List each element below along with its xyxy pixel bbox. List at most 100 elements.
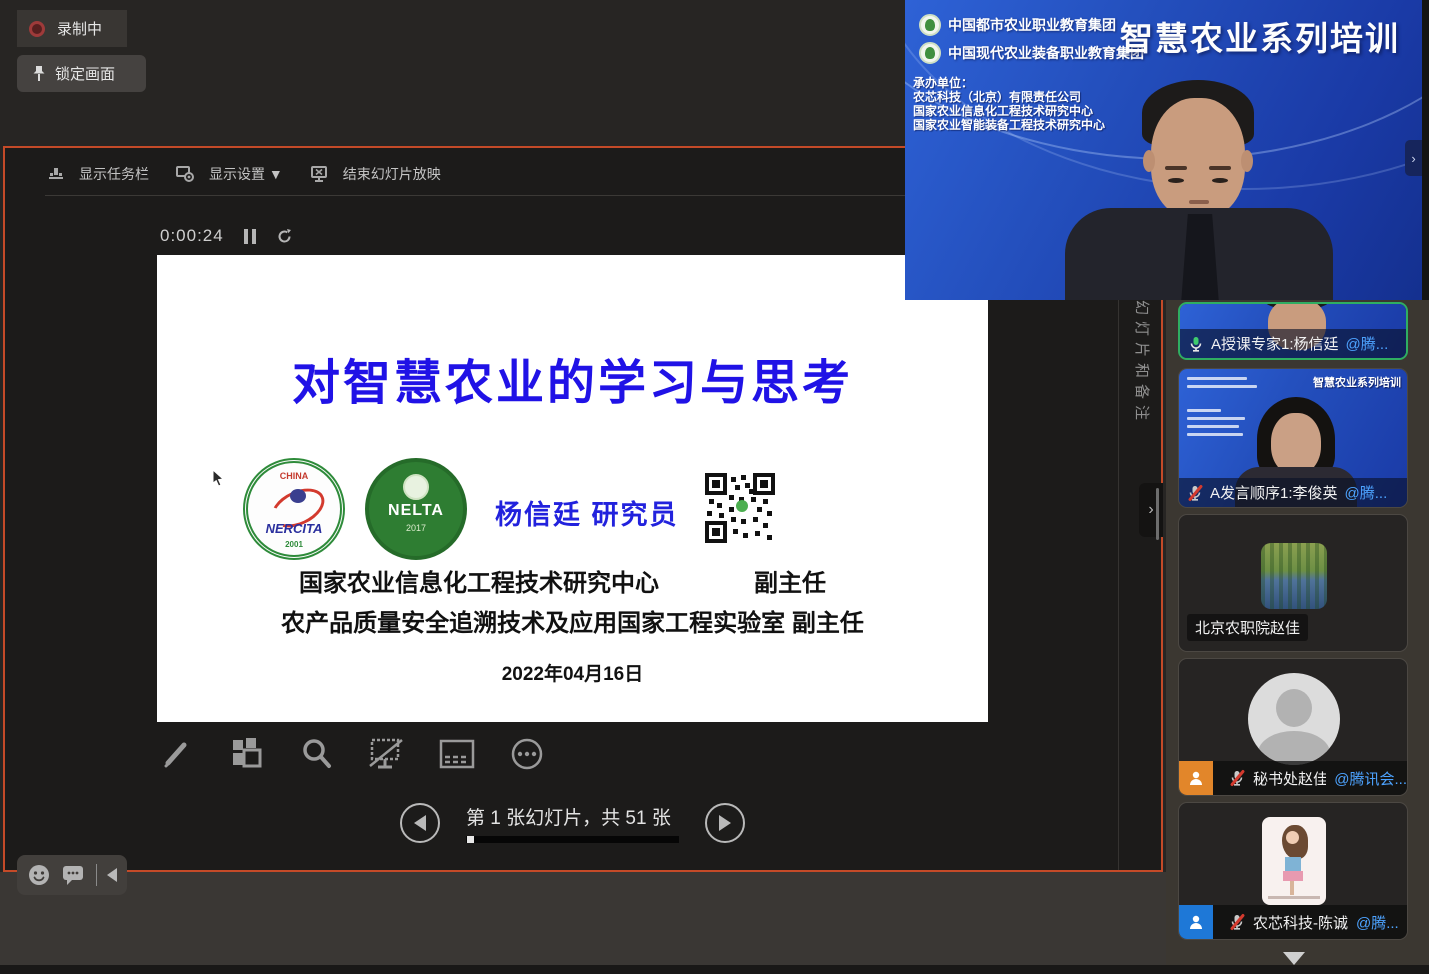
previous-slide-button[interactable] — [400, 803, 440, 843]
nelta-logo: NELTA 2017 — [365, 458, 467, 560]
slide-org-line2: 农产品质量安全追溯技术及应用国家工程实验室 副主任 — [157, 603, 988, 638]
slide-title: 对智慧农业的学习与思考 — [157, 343, 988, 413]
previous-arrow-icon — [414, 815, 426, 831]
participant-cartoon-avatar — [1262, 817, 1326, 905]
subtitles-icon — [438, 738, 476, 770]
see-all-slides-button[interactable] — [227, 734, 267, 774]
mini-text-line — [1187, 425, 1239, 428]
main-speaker-video[interactable]: 中国都市农业职业教育集团 中国现代农业装备职业教育集团 智慧农业系列培训 承办单… — [905, 0, 1422, 300]
cartoon-skirt — [1283, 871, 1303, 881]
black-screen-button[interactable] — [367, 734, 407, 774]
org1-logo-icon — [919, 14, 941, 36]
restart-timer-button[interactable] — [276, 228, 293, 245]
silhouette-head — [1276, 689, 1312, 727]
bottom-edge-strip — [0, 965, 1429, 974]
webcam-org1-text: 中国都市农业职业教育集团 — [948, 15, 1116, 35]
webcam-org-row2: 中国现代农业装备职业教育集团 — [919, 42, 1144, 64]
chevron-right-icon: › — [1148, 501, 1153, 519]
webcam-org-row1: 中国都市农业职业教育集团 — [919, 14, 1116, 36]
participant-tile-beijingnongzhiyuan[interactable]: 北京农职院赵佳 — [1178, 514, 1408, 652]
collapse-toolbar-button[interactable] — [107, 868, 117, 882]
end-slideshow-icon — [309, 165, 329, 183]
recording-label: 录制中 — [57, 18, 102, 39]
participant-tile-yangxinting[interactable]: A授课专家1:杨信廷 @腾... — [1178, 302, 1408, 360]
next-arrow-icon — [719, 815, 731, 831]
mic-on-icon — [1188, 336, 1204, 352]
chevron-right-icon: › — [1411, 151, 1415, 166]
expand-notes-button[interactable]: › — [1139, 483, 1163, 537]
zoom-slide-button[interactable] — [297, 734, 337, 774]
pin-icon — [31, 65, 47, 83]
nercita-name: NERCITA — [248, 521, 340, 536]
slide-navigation: 第 1 张幻灯片，共 51 张 — [400, 803, 745, 843]
mini-text-line — [1187, 409, 1221, 412]
participant-name-suffix: @腾... — [1346, 333, 1389, 354]
speaker-brow — [1209, 166, 1231, 170]
recording-indicator[interactable]: 录制中 — [17, 10, 127, 47]
pen-icon — [160, 737, 194, 771]
org1-text: 国家农业信息化工程技术研究中心 — [299, 563, 659, 598]
participant-tile-nongxinkeji[interactable]: 农芯科技-陈诚 @腾... — [1178, 802, 1408, 940]
progress-knob — [467, 836, 474, 843]
participant-name: A发言顺序1:李俊英 — [1210, 482, 1338, 503]
training-banner-title: 智慧农业系列培训 — [1120, 12, 1400, 60]
pen-tool-button[interactable] — [157, 734, 197, 774]
participant-name: 秘书处赵佳 — [1253, 768, 1326, 789]
speaker-shirt — [1181, 214, 1219, 300]
slide-org-line1: 国家农业信息化工程技术研究中心 副主任 — [299, 563, 869, 598]
record-dot-icon — [29, 21, 45, 37]
show-taskbar-button[interactable]: 显示任务栏 — [47, 164, 149, 184]
speaker-eye — [1168, 178, 1184, 183]
nercita-logo: CHINA NERCITA 2001 — [243, 458, 345, 560]
cartoon-legs — [1290, 881, 1294, 895]
participant-name-bar: A发言顺序1:李俊英 @腾... — [1179, 478, 1407, 507]
display-settings-button[interactable]: 显示设置 ▼ — [175, 164, 283, 184]
mini-text-line — [1187, 433, 1243, 436]
webcam-org2-text: 中国现代农业装备职业教育集团 — [948, 43, 1144, 63]
speaker-figure — [905, 80, 1422, 300]
nelta-apple — [403, 474, 429, 500]
mini-logo-line — [1187, 377, 1247, 380]
meeting-window: 录制中 锁定画面 显示任务栏 — [0, 0, 1429, 974]
cartoon-face — [1286, 831, 1299, 844]
presenter-badge-blue — [1179, 905, 1213, 939]
pause-timer-button[interactable] — [244, 229, 256, 244]
qr-code — [705, 473, 775, 543]
participant-placeholder-avatar — [1248, 673, 1340, 765]
nelta-name: NELTA — [369, 502, 463, 520]
reaction-toolbar — [17, 855, 127, 895]
org1-role: 副主任 — [754, 563, 826, 598]
participant-name-suffix: @腾... — [1345, 482, 1388, 503]
slide-canvas[interactable]: 对智慧农业的学习与思考 CHINA NERCITA 2001 NELTA 201… — [157, 255, 988, 722]
lock-view-button[interactable]: 锁定画面 — [17, 55, 146, 92]
notes-scrollbar[interactable] — [1156, 488, 1159, 540]
presentation-timer: 0:00:24 — [160, 226, 293, 246]
chat-button[interactable] — [61, 864, 85, 886]
emoji-button[interactable] — [27, 863, 51, 887]
mini-text-line — [1187, 417, 1245, 420]
participant-name-suffix: @腾讯会... — [1334, 768, 1407, 789]
participant-tile-mishuchu[interactable]: 秘书处赵佳 @腾讯会... — [1178, 658, 1408, 796]
participant-name-bar: 农芯科技-陈诚 @腾... — [1179, 905, 1407, 939]
more-options-button[interactable] — [507, 734, 547, 774]
next-slide-button[interactable] — [705, 803, 745, 843]
slide-progress-bar[interactable] — [466, 836, 679, 843]
subtitles-button[interactable] — [437, 734, 477, 774]
end-slideshow-button[interactable]: 结束幻灯片放映 — [309, 164, 441, 184]
lock-view-label: 锁定画面 — [55, 63, 115, 84]
participant-tile-lijunying[interactable]: 智慧农业系列培训 A发言顺序1:李俊英 @腾... — [1178, 368, 1408, 508]
nercita-globe — [290, 489, 306, 503]
mini-banner-text: 智慧农业系列培训 — [1313, 374, 1401, 390]
mouse-cursor — [212, 470, 227, 488]
collapse-video-tab[interactable]: › — [1405, 140, 1422, 176]
participant-face — [1271, 413, 1321, 475]
screen-slash-icon — [368, 736, 406, 772]
display-settings-label: 显示设置 ▼ — [209, 164, 283, 184]
nercita-country: CHINA — [248, 471, 340, 481]
mini-logo-line — [1187, 385, 1257, 388]
scroll-down-arrow[interactable] — [1283, 952, 1305, 965]
slide-date: 2022年04月16日 — [157, 659, 988, 686]
presenter-tools — [157, 734, 547, 774]
speaker-brow — [1165, 166, 1187, 170]
silhouette-body — [1258, 731, 1330, 765]
